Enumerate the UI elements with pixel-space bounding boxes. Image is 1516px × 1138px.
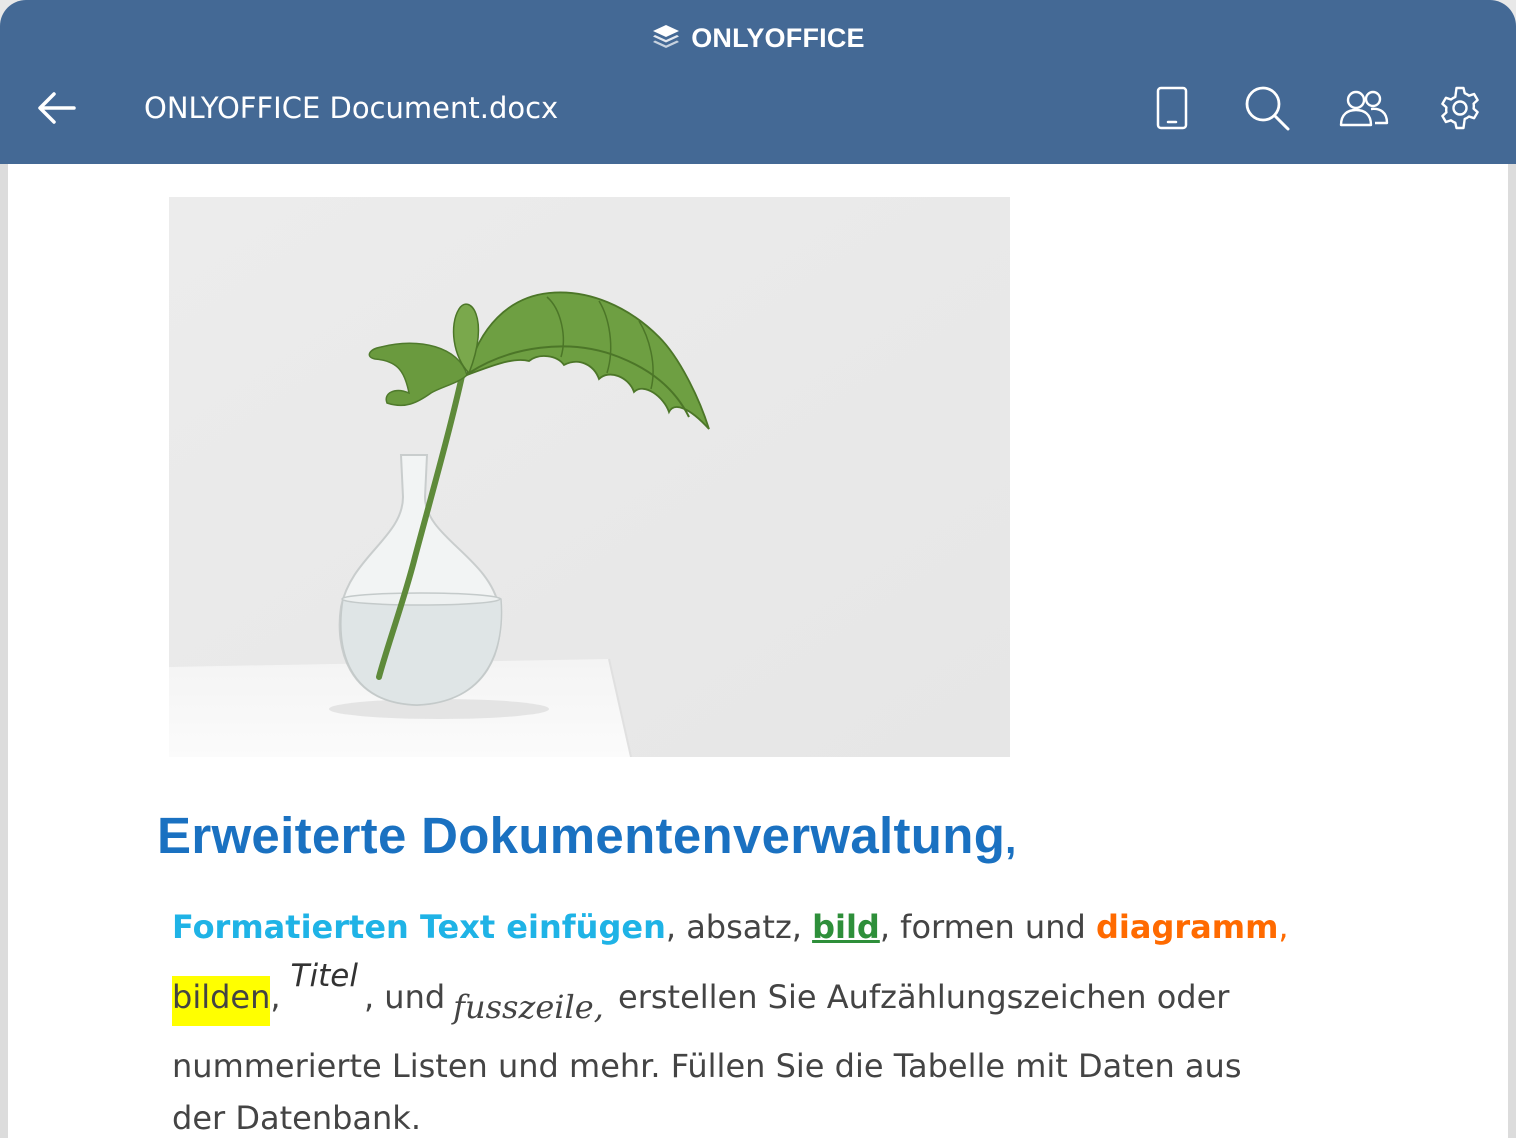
subscript-span: fusszeile, bbox=[453, 988, 604, 1026]
paragraph-line-1: Formatierten Text einfügen, absatz, bild… bbox=[172, 908, 1289, 946]
document-image[interactable] bbox=[169, 197, 1010, 757]
text-span: , formen und bbox=[879, 908, 1096, 946]
highlighted-span: bilden bbox=[172, 976, 271, 1026]
search-button[interactable] bbox=[1239, 80, 1295, 136]
paragraph-line-2: bilden,Titel, und fusszeile, erstellen Si… bbox=[172, 958, 1230, 1026]
bild-span: bild bbox=[812, 908, 880, 946]
paragraph-line-4: der Datenbank. bbox=[172, 1099, 421, 1137]
text-span: , absatz, bbox=[665, 908, 813, 946]
brand: ONLYOFFICE bbox=[0, 18, 1516, 58]
users-icon bbox=[1339, 90, 1389, 127]
comma-span: , bbox=[270, 978, 281, 1016]
formatted-text-span: Formatierten Text einfügen bbox=[172, 908, 666, 946]
document-heading[interactable]: Erweiterte Dokumentenverwaltung, bbox=[157, 806, 1017, 865]
text-span: erstellen Sie Aufzählungszeichen oder bbox=[618, 978, 1230, 1016]
document-canvas[interactable]: Erweiterte Dokumentenverwaltung, Formati… bbox=[0, 164, 1516, 1138]
settings-button[interactable] bbox=[1432, 80, 1488, 136]
comma-span: , bbox=[1278, 908, 1289, 946]
mobile-view-button[interactable] bbox=[1144, 80, 1200, 136]
back-button[interactable] bbox=[30, 84, 82, 132]
brand-name: ONLYOFFICE bbox=[691, 22, 865, 53]
top-toolbar: ONLYOFFICE ONLYOFFICE Document.docx bbox=[0, 0, 1516, 164]
paragraph-line-3: nummerierte Listen und mehr. Füllen Sie … bbox=[172, 1047, 1242, 1085]
layers-logo-icon bbox=[651, 21, 681, 55]
search-icon bbox=[1245, 86, 1290, 131]
heading-punctuation: , bbox=[1005, 818, 1017, 862]
document-title: ONLYOFFICE Document.docx bbox=[144, 91, 559, 125]
page-edge-left bbox=[0, 164, 8, 1138]
app-frame: ONLYOFFICE ONLYOFFICE Document.docx Erwe… bbox=[0, 0, 1516, 1138]
diagramm-span: diagramm bbox=[1095, 908, 1279, 946]
mobile-icon bbox=[1156, 86, 1188, 130]
superscript-span: Titel bbox=[290, 958, 358, 994]
users-button[interactable] bbox=[1336, 80, 1392, 136]
plant-vase-illustration bbox=[169, 197, 1010, 757]
arrow-left-icon bbox=[38, 92, 76, 124]
page-edge-right bbox=[1508, 164, 1516, 1138]
text-span: , und bbox=[363, 978, 446, 1016]
gear-icon bbox=[1441, 86, 1479, 130]
heading-text: Erweiterte Dokumentenverwaltung bbox=[157, 807, 1006, 864]
